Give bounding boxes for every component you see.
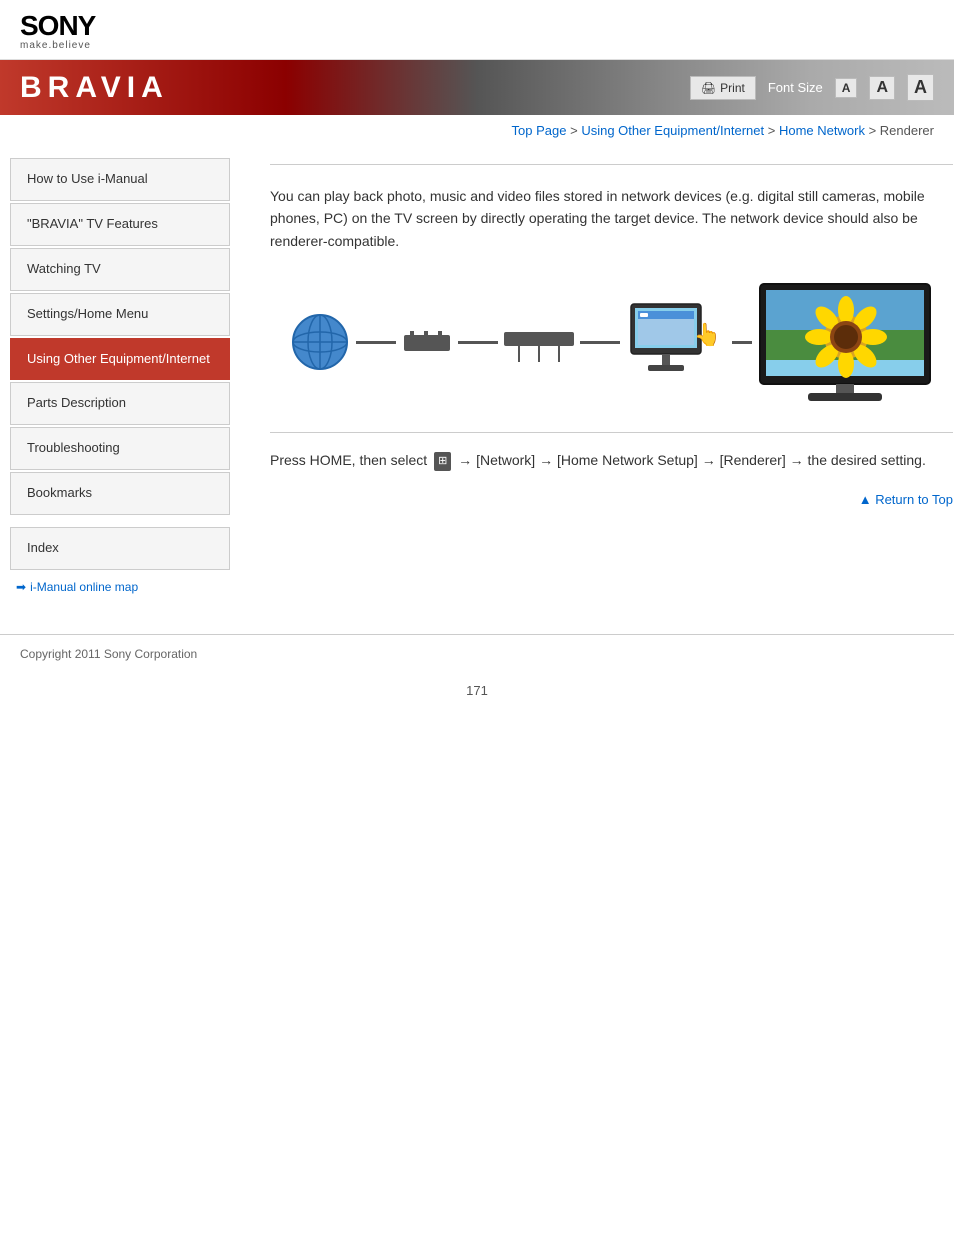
sony-tagline: make.believe (20, 40, 934, 51)
breadcrumb-sep3: > (869, 123, 880, 138)
breadcrumb-sep2: > (768, 123, 779, 138)
cursor-icon: 👆 (694, 322, 721, 348)
sidebar-item-bravia-features[interactable]: "BRAVIA" TV Features (10, 203, 230, 246)
bravia-title: BRAVIA (20, 71, 169, 105)
steps-network: [Network] (476, 452, 535, 468)
home-menu-icon: ⊞ (434, 452, 451, 472)
steps-arrow2: → (539, 452, 553, 468)
breadcrumb: Top Page > Using Other Equipment/Interne… (0, 115, 954, 146)
breadcrumb-top[interactable]: Top Page (512, 123, 567, 138)
router-icon (402, 327, 452, 357)
steps-text: Press HOME, then select ⊞ → [Network] → … (270, 449, 953, 471)
steps-prefix: Press HOME, then select (270, 452, 427, 468)
network-diagram: 👆 (270, 272, 953, 412)
bravia-banner: BRAVIA 🖨 Print Font Size A A A (0, 60, 954, 115)
steps-renderer: [Renderer] (720, 452, 786, 468)
sidebar-item-index[interactable]: Index (10, 527, 230, 570)
online-map-link[interactable]: ➡ i-Manual online map (16, 580, 224, 594)
sony-logo: SONY (20, 12, 934, 40)
pc-illustration: 👆 (626, 302, 716, 382)
sidebar-item-parts[interactable]: Parts Description (10, 382, 230, 425)
steps-divider (270, 432, 953, 433)
connector-4 (732, 341, 752, 344)
arrow-icon: ➡ (16, 580, 26, 594)
copyright-text: Copyright 2011 Sony Corporation (20, 647, 197, 661)
font-large-button[interactable]: A (907, 74, 934, 101)
steps-arrow3: → (702, 452, 716, 468)
breadcrumb-current: Renderer (880, 123, 934, 138)
steps-arrow4: → (790, 452, 804, 468)
breadcrumb-sep1: > (570, 123, 581, 138)
description-text: You can play back photo, music and video… (270, 185, 953, 252)
font-medium-button[interactable]: A (869, 76, 895, 100)
connector-1 (356, 341, 396, 344)
font-small-button[interactable]: A (835, 78, 858, 98)
sidebar-item-using-other[interactable]: Using Other Equipment/Internet (10, 338, 230, 381)
hub-icon (504, 322, 574, 362)
connector-3 (580, 341, 620, 344)
print-button[interactable]: 🖨 Print (690, 76, 756, 100)
return-arrow-icon: ▲ (859, 492, 872, 507)
sidebar-item-settings[interactable]: Settings/Home Menu (10, 293, 230, 336)
sidebar-item-bookmarks[interactable]: Bookmarks (10, 472, 230, 515)
connector-2 (458, 341, 498, 344)
sidebar-item-how-to-use[interactable]: How to Use i-Manual (10, 158, 230, 201)
steps-arrow1: → (458, 452, 472, 468)
breadcrumb-home-network[interactable]: Home Network (779, 123, 865, 138)
print-label: Print (720, 81, 745, 95)
sidebar: How to Use i-Manual "BRAVIA" TV Features… (0, 146, 240, 614)
top-divider (270, 164, 953, 165)
content-area: You can play back photo, music and video… (240, 146, 954, 614)
sidebar-item-watching-tv[interactable]: Watching TV (10, 248, 230, 291)
print-icon: 🖨 (701, 81, 716, 95)
return-to-top-label: Return to Top (875, 492, 953, 507)
return-to-top-link[interactable]: ▲ Return to Top (859, 492, 953, 507)
return-to-top: ▲ Return to Top (270, 492, 953, 507)
online-map-label: i-Manual online map (30, 580, 138, 594)
breadcrumb-using-other[interactable]: Using Other Equipment/Internet (581, 123, 764, 138)
steps-desired: the desired setting. (808, 452, 926, 468)
tv-icon (758, 282, 933, 402)
sidebar-item-troubleshooting[interactable]: Troubleshooting (10, 427, 230, 470)
globe-icon (290, 312, 350, 372)
banner-controls: 🖨 Print Font Size A A A (690, 74, 934, 101)
header: SONY make.believe (0, 0, 954, 60)
steps-home-network-setup: [Home Network Setup] (557, 452, 698, 468)
main-layout: How to Use i-Manual "BRAVIA" TV Features… (0, 146, 954, 614)
page-number: 171 (0, 673, 954, 708)
tv-illustration (758, 282, 933, 402)
font-size-label: Font Size (768, 80, 823, 95)
footer: Copyright 2011 Sony Corporation (0, 634, 954, 673)
